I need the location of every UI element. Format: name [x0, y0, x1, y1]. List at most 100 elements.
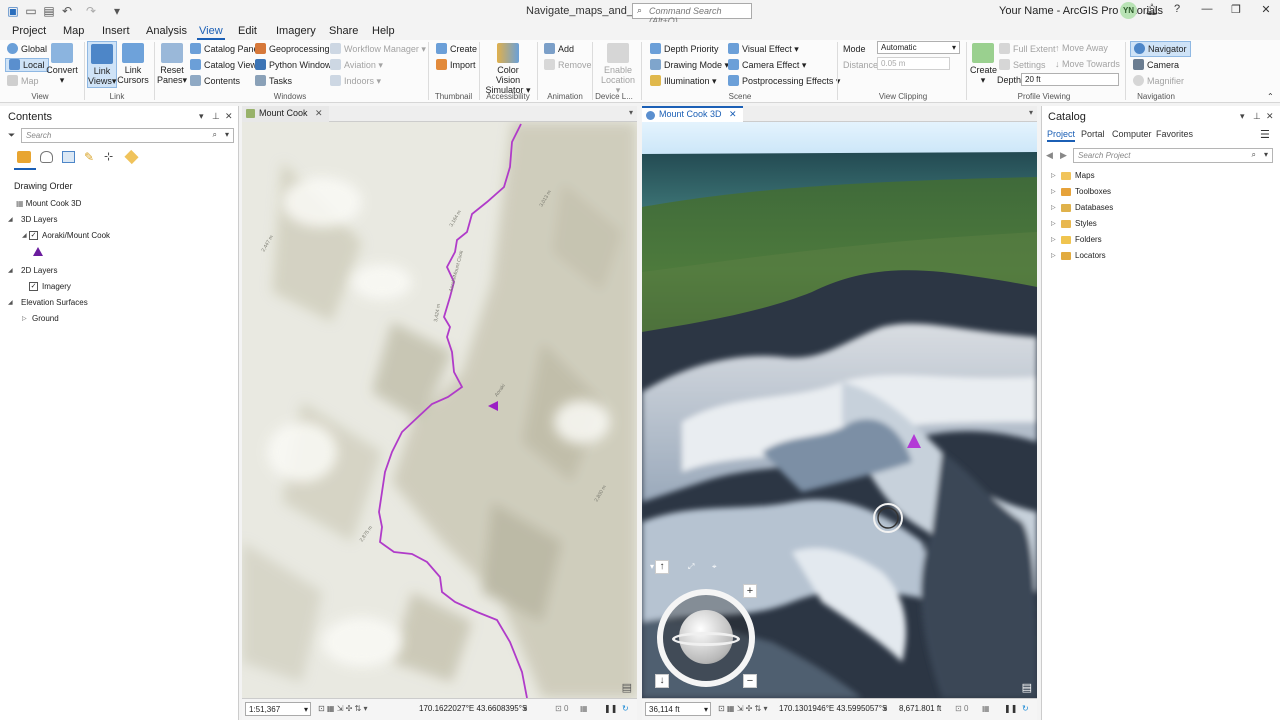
- tab-insert[interactable]: Insert: [102, 25, 130, 37]
- navigator-collapse-icon[interactable]: ▾: [650, 562, 654, 571]
- catalog-pane-button[interactable]: Catalog Pane: [190, 43, 259, 55]
- reset-panes-button[interactable]: Reset Panes▾: [157, 43, 187, 85]
- scale-tools-icons[interactable]: ⊡ ▦ ⇲ ✣ ⇅ ▾: [718, 704, 768, 713]
- layers-3d-group[interactable]: 3D Layers: [21, 215, 57, 224]
- zoom-in-button[interactable]: +: [743, 584, 757, 598]
- expand-triangle-icon[interactable]: ◢: [8, 216, 13, 223]
- zoom-out-button[interactable]: −: [743, 674, 757, 688]
- contents-search-input[interactable]: Search ⌕ ▾: [21, 128, 234, 143]
- list-by-editing-icon[interactable]: ✎: [84, 150, 96, 164]
- move-towards-button[interactable]: ↓ Move Towards: [1055, 59, 1120, 70]
- catalog-search-input[interactable]: Search Project ⌕ ▾: [1073, 148, 1273, 163]
- map-button[interactable]: Map: [7, 75, 39, 87]
- tab-edit[interactable]: Edit: [238, 25, 257, 37]
- layer-symbol-icon[interactable]: [33, 247, 43, 256]
- python-window-button[interactable]: Python Window: [255, 59, 332, 71]
- customize-quick-access-icon[interactable]: ▾: [110, 4, 124, 18]
- refresh-icon[interactable]: ↻: [1022, 704, 1029, 713]
- collapsed-triangle-icon[interactable]: ▷: [1051, 188, 1056, 195]
- thumbnail-create-button[interactable]: Create: [436, 43, 477, 55]
- map-tips-icon[interactable]: ▤: [1022, 681, 1032, 694]
- tab-map[interactable]: Map: [63, 25, 84, 37]
- close-pane-icon[interactable]: ✕: [1266, 111, 1274, 122]
- color-vision-simulator-button[interactable]: Color Vision Simulator ▾: [484, 43, 532, 95]
- pause-drawing-icon[interactable]: ❚❚: [1004, 704, 1017, 713]
- layers-2d-group[interactable]: 2D Layers: [21, 266, 57, 275]
- postprocessing-effects-button[interactable]: Postprocessing Effects ▾: [728, 75, 840, 87]
- tab-help[interactable]: Help: [372, 25, 395, 37]
- close-tab-icon[interactable]: ✕: [729, 109, 737, 119]
- chevron-down-icon[interactable]: ▾: [629, 108, 633, 117]
- aoraki-layer[interactable]: Aoraki/Mount Cook: [42, 231, 110, 240]
- command-search-input[interactable]: ⌕ Command Search (Alt+Q): [632, 3, 752, 26]
- tab-mount-cook[interactable]: Mount Cook ✕: [242, 106, 329, 122]
- tab-project[interactable]: Project: [12, 25, 46, 37]
- tilt-up-button[interactable]: ↑: [655, 560, 669, 574]
- clipping-distance-input[interactable]: 0.05 m: [877, 57, 950, 70]
- pane-options-icon[interactable]: ▾: [199, 111, 204, 122]
- catalog-item-maps[interactable]: Maps: [1075, 171, 1095, 180]
- expand-triangle-icon[interactable]: ◢: [8, 299, 13, 306]
- collapsed-triangle-icon[interactable]: ▷: [1051, 252, 1056, 259]
- catalog-tab-favorites[interactable]: Favorites: [1156, 129, 1193, 139]
- move-away-button[interactable]: ↑ Move Away: [1055, 43, 1108, 54]
- enable-location-button[interactable]: Enable Location ▾: [598, 43, 638, 95]
- pause-drawing-icon[interactable]: ❚❚: [604, 704, 617, 713]
- heads-up-display-icon[interactable]: ⌖: [712, 562, 717, 572]
- collapsed-triangle-icon[interactable]: ▷: [22, 315, 27, 322]
- magnifier-button[interactable]: Magnifier: [1133, 75, 1184, 87]
- list-by-labeling-icon[interactable]: [124, 149, 139, 165]
- visual-effect-button[interactable]: Visual Effect ▾: [728, 43, 799, 55]
- pin-icon[interactable]: ⊥: [1253, 111, 1261, 122]
- collapsed-triangle-icon[interactable]: ▷: [1051, 204, 1056, 211]
- new-project-icon[interactable]: ▭: [24, 4, 38, 18]
- profile-settings-button[interactable]: Settings: [999, 59, 1046, 71]
- indoors-button[interactable]: Indoors ▾: [330, 75, 381, 87]
- navigator-button[interactable]: Navigator: [1130, 41, 1191, 57]
- refresh-options-icon[interactable]: ▦: [580, 704, 588, 713]
- minimize-icon[interactable]: —: [1197, 3, 1217, 15]
- catalog-menu-icon[interactable]: ☰: [1260, 128, 1270, 141]
- undo-icon[interactable]: ↶: [60, 4, 74, 18]
- workflow-manager-button[interactable]: Workflow Manager ▾: [330, 43, 426, 55]
- expand-triangle-icon[interactable]: ◢: [22, 232, 27, 239]
- map-tips-icon[interactable]: ▤: [622, 681, 632, 694]
- close-tab-icon[interactable]: ✕: [315, 108, 323, 118]
- map-view-2d[interactable]: 2,447 m 3,164 m 3,013 m 3,424 m Aoraki 2…: [242, 122, 637, 698]
- ground-surface[interactable]: Ground: [32, 314, 59, 323]
- catalog-view-button[interactable]: Catalog View: [190, 59, 257, 71]
- profile-create-button[interactable]: Create ▾: [970, 43, 997, 85]
- expand-triangle-icon[interactable]: ◢: [8, 267, 13, 274]
- imagery-visibility-checkbox[interactable]: ✓: [29, 282, 38, 291]
- collapsed-triangle-icon[interactable]: ▷: [1051, 236, 1056, 243]
- full-control-icon[interactable]: ⤢: [688, 562, 694, 572]
- animation-add-button[interactable]: Add: [544, 43, 574, 55]
- coordinates-dropdown-icon[interactable]: ▾: [523, 704, 527, 713]
- tab-imagery[interactable]: Imagery: [276, 25, 316, 37]
- imagery-layer[interactable]: Imagery: [42, 282, 71, 291]
- depth-priority-button[interactable]: Depth Priority: [650, 43, 719, 55]
- catalog-item-folders[interactable]: Folders: [1075, 235, 1102, 244]
- collapse-ribbon-icon[interactable]: ⌃: [1267, 91, 1274, 102]
- drawing-mode-button[interactable]: Drawing Mode ▾: [650, 59, 729, 71]
- scene-scale-select[interactable]: 36,114 ft ▾: [645, 702, 711, 716]
- full-extent-button[interactable]: Full Extent: [999, 43, 1056, 55]
- catalog-tab-project[interactable]: Project: [1047, 129, 1076, 142]
- close-pane-icon[interactable]: ✕: [225, 111, 233, 122]
- list-by-source-icon[interactable]: [40, 151, 53, 163]
- catalog-item-locators[interactable]: Locators: [1075, 251, 1106, 260]
- redo-icon[interactable]: ↷: [84, 4, 98, 18]
- notifications-icon[interactable]: 🔔︎: [1142, 3, 1162, 16]
- catalog-tab-computer[interactable]: Computer: [1112, 129, 1152, 139]
- refresh-icon[interactable]: ↻: [622, 704, 629, 713]
- catalog-item-databases[interactable]: Databases: [1075, 203, 1113, 212]
- clipping-mode-select[interactable]: Automatic ▾: [877, 41, 960, 54]
- geoprocessing-button[interactable]: Geoprocessing: [255, 43, 330, 55]
- aoraki-visibility-checkbox[interactable]: ✓: [29, 231, 38, 240]
- aviation-button[interactable]: Aviation ▾: [330, 59, 383, 71]
- catalog-item-styles[interactable]: Styles: [1075, 219, 1097, 228]
- tab-analysis[interactable]: Analysis: [146, 25, 187, 37]
- chevron-down-icon[interactable]: ▾: [1029, 108, 1033, 117]
- signed-in-user[interactable]: Your Name - ArcGIS Pro Tutorials: [999, 5, 1163, 17]
- tab-share[interactable]: Share: [329, 25, 358, 37]
